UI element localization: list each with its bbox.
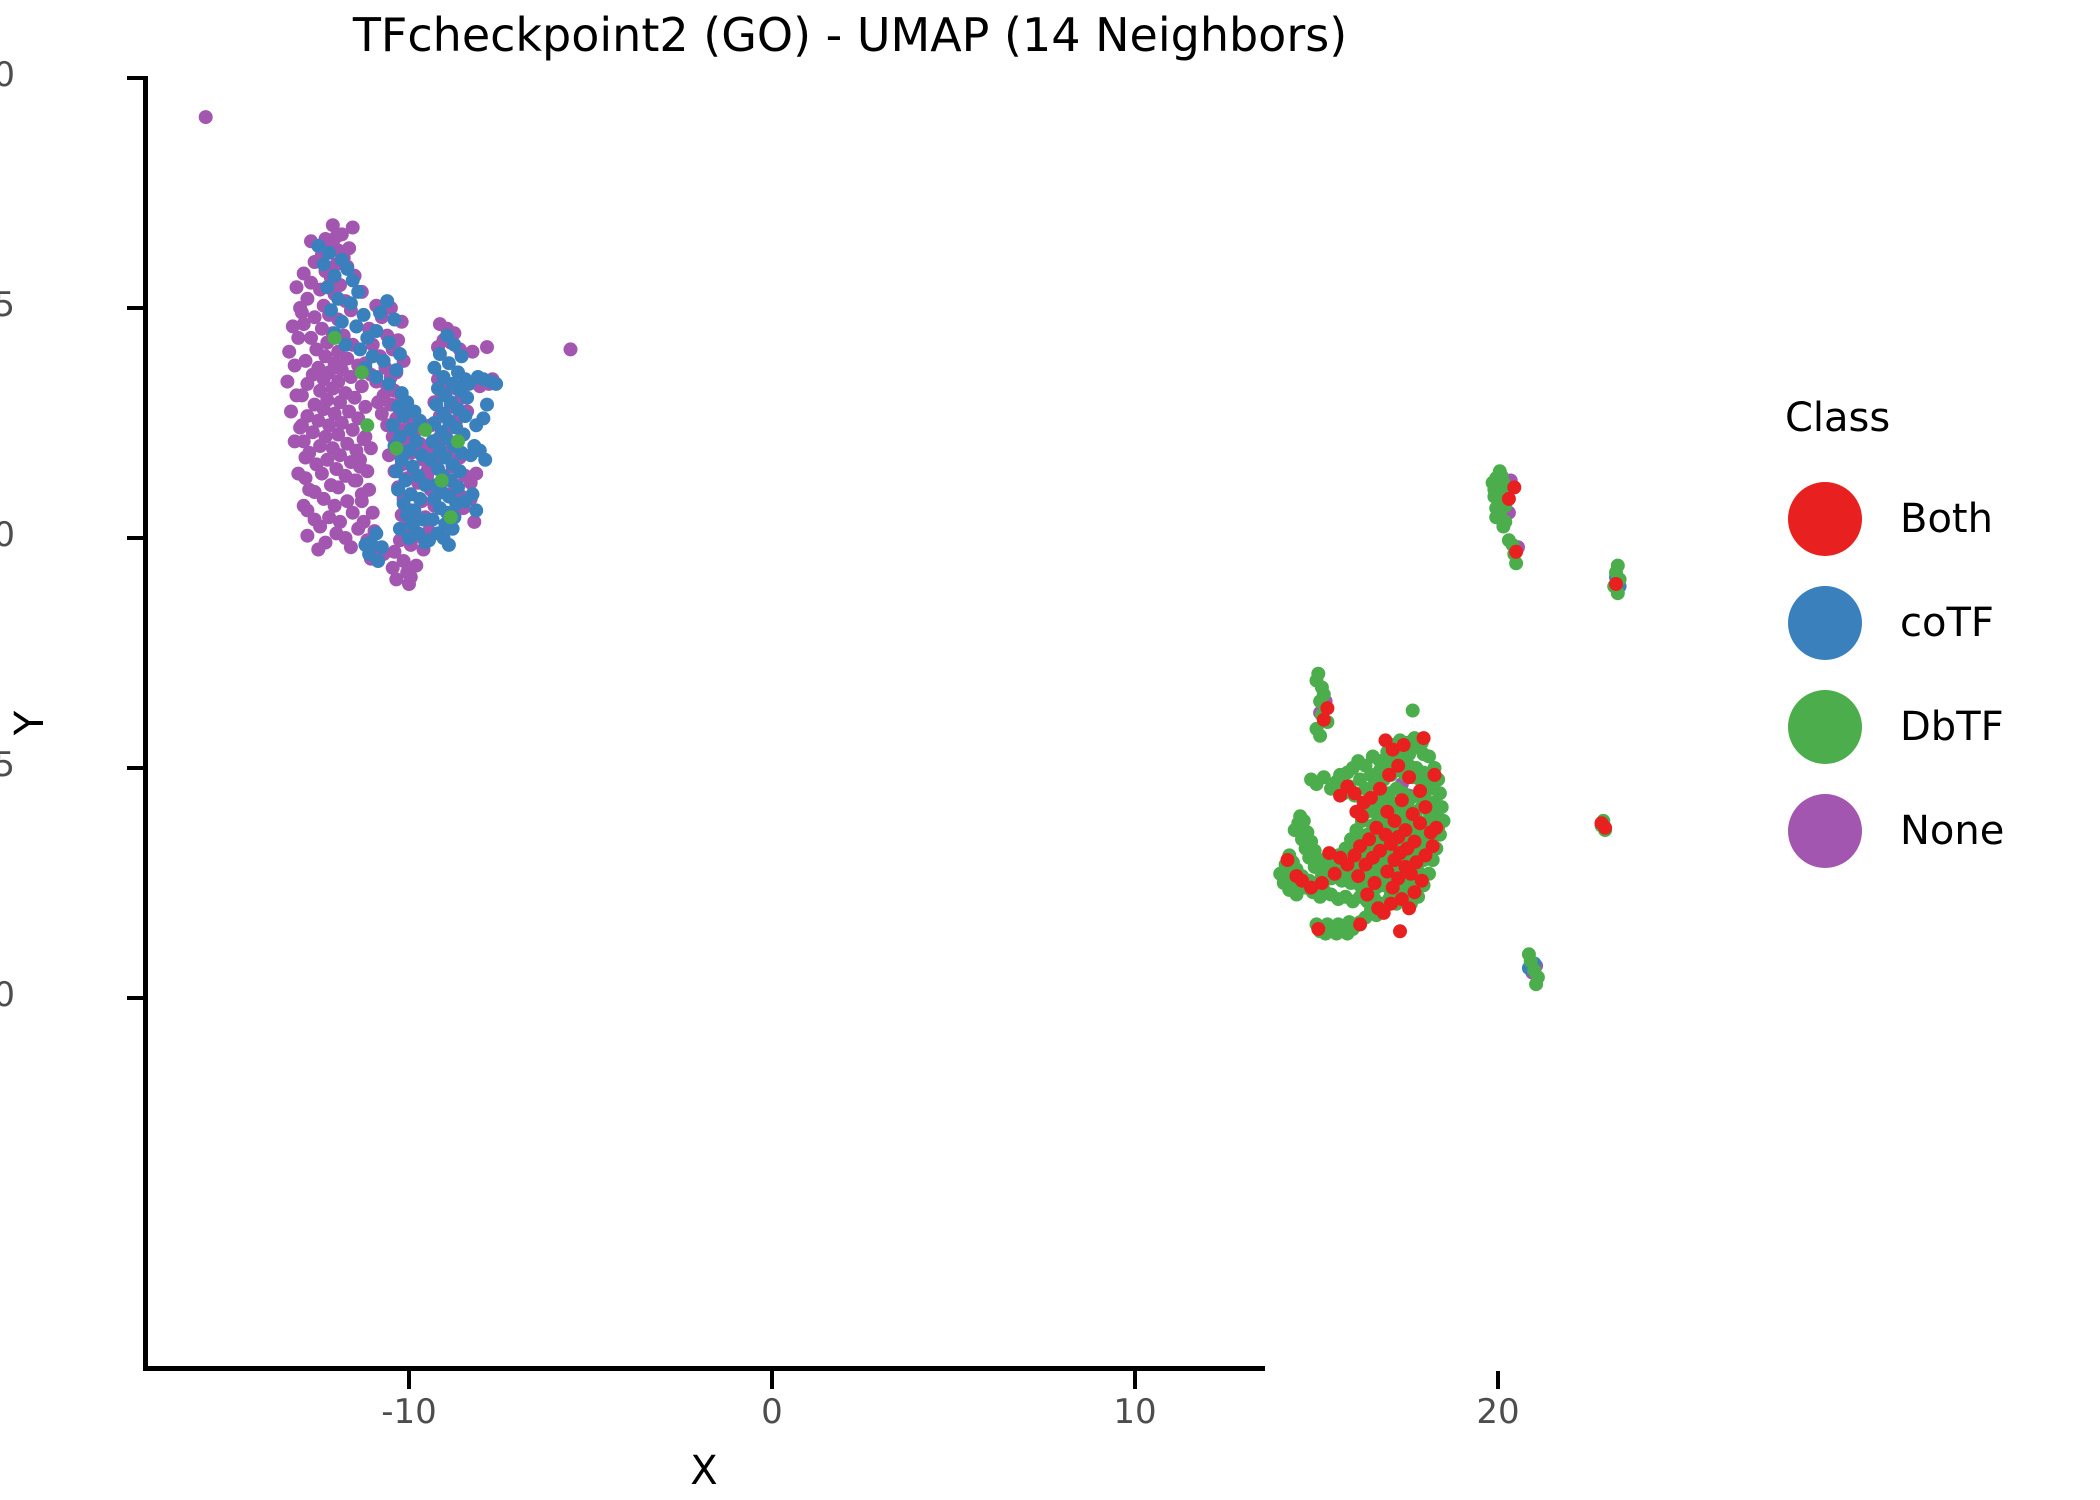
legend-item-dbtf[interactable]: DbTF — [1770, 675, 2090, 779]
x-tick-label: -10 — [381, 1392, 437, 1432]
legend-label: Both — [1900, 496, 1993, 542]
x-tick-label: 0 — [761, 1392, 783, 1432]
legend-entries: Both coTF DbTF None — [1770, 467, 2090, 883]
chart-root: TFcheckpoint2 (GO) - UMAP (14 Neighbors)… — [0, 0, 2100, 1500]
y-tick-label: 5 — [0, 285, 15, 325]
y-tick-mark — [127, 536, 143, 540]
legend-item-both[interactable]: Both — [1770, 467, 2090, 571]
legend-item-cotf[interactable]: coTF — [1770, 571, 2090, 675]
x-tick-mark — [770, 1371, 774, 1389]
legend-swatch-cotf-icon — [1788, 586, 1862, 660]
legend-item-none[interactable]: None — [1770, 779, 2090, 883]
legend-swatch-both-icon — [1788, 482, 1862, 556]
x-tick-label: 10 — [1113, 1392, 1157, 1432]
x-tick-mark — [1133, 1371, 1137, 1389]
plot-area — [145, 78, 1700, 1368]
y-axis-title: Y — [7, 710, 53, 736]
y-tick-mark — [127, 996, 143, 1000]
legend-label: None — [1900, 808, 2005, 854]
y-tick-mark — [127, 76, 143, 80]
legend-swatch-dbtf-icon — [1788, 690, 1862, 764]
y-tick-mark — [127, 306, 143, 310]
y-tick-label: 10 — [0, 55, 15, 95]
legend-label: DbTF — [1900, 704, 2004, 750]
x-tick-mark — [1496, 1371, 1500, 1389]
x-tick-mark — [407, 1371, 411, 1389]
scatter-series-both — [1280, 480, 1623, 939]
chart-title: TFcheckpoint2 (GO) - UMAP (14 Neighbors) — [352, 8, 1348, 62]
y-tick-mark — [127, 766, 143, 770]
legend: Class Both coTF DbTF None — [1770, 395, 2090, 883]
y-tick-label: 0 — [0, 515, 15, 555]
y-tick-label: -10 — [0, 975, 15, 1015]
scatter-points-layer — [198, 110, 1627, 992]
legend-title: Class — [1785, 395, 1891, 441]
legend-label: coTF — [1900, 600, 1994, 646]
x-axis-title: X — [690, 1448, 718, 1494]
legend-swatch-none-icon — [1788, 794, 1862, 868]
x-tick-label: 20 — [1476, 1392, 1520, 1432]
scatter-series-dbtf — [327, 330, 1627, 992]
